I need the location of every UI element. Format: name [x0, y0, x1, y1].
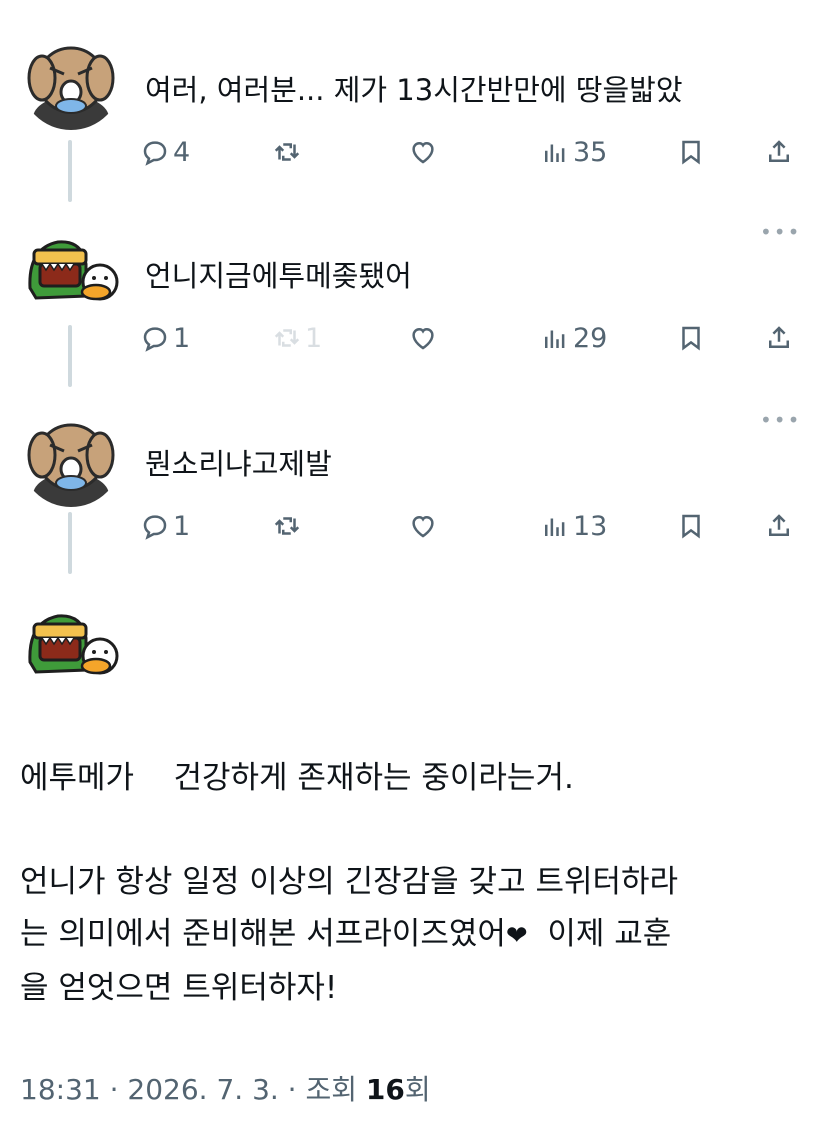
main-post-line-4-tail: 이제 교훈: [527, 916, 672, 952]
tweet-2-text: 언니지금에투메좆됐어: [145, 259, 412, 293]
main-post-line: 에투메가 건강하게 존재하는 중이라는거.: [20, 760, 574, 796]
bookmark-icon: [676, 511, 706, 541]
reply-button[interactable]: 1: [140, 506, 190, 546]
share-button[interactable]: [764, 132, 794, 172]
thread-line-3: [68, 512, 72, 574]
retweet-count: 1: [305, 322, 323, 354]
dog-crying-avatar-icon: [20, 28, 122, 130]
crocodile-duck-avatar-icon: [20, 592, 122, 694]
views-count: 35: [573, 136, 608, 168]
views-count: 13: [573, 510, 608, 542]
avatar-dog[interactable]: [20, 405, 122, 507]
reply-button[interactable]: 4: [140, 132, 190, 172]
views-bar-icon: [540, 323, 570, 353]
heart-icon: [408, 511, 438, 541]
heart-emoji-icon: ❤: [505, 921, 528, 951]
tweet-3-actions: 1 13: [140, 506, 800, 546]
views-count: 29: [573, 322, 608, 354]
main-post-line: [20, 804, 678, 856]
retweet-button[interactable]: 1: [272, 318, 322, 358]
share-icon: [764, 511, 794, 541]
reply-button[interactable]: 1: [140, 318, 190, 358]
avatar-croc[interactable]: [20, 592, 122, 694]
tweet-3-text: 뭔소리냐고제발: [145, 447, 332, 481]
post-timestamp[interactable]: 18:31 · 2026. 7. 3. · 조회: [20, 1073, 366, 1106]
bookmark-button[interactable]: [676, 318, 706, 358]
reply-count: 1: [173, 322, 191, 354]
main-post-line-4-text: 는 의미에서 준비해본 서프라이즈였어: [20, 916, 506, 952]
reply-count: 4: [173, 136, 191, 168]
share-button[interactable]: [764, 506, 794, 546]
thread-line-2: [68, 325, 72, 387]
views-bar-icon: [540, 137, 570, 167]
views-button[interactable]: 29: [540, 318, 607, 358]
bookmark-button[interactable]: [676, 132, 706, 172]
view-suffix: 회: [404, 1073, 431, 1106]
retweet-button[interactable]: [272, 506, 305, 546]
crocodile-duck-avatar-icon: [20, 218, 122, 320]
retweet-icon: [272, 323, 302, 353]
retweet-button[interactable]: [272, 132, 305, 172]
share-icon: [764, 323, 794, 353]
dog-crying-avatar-icon: [20, 405, 122, 507]
thread-line-1: [68, 140, 72, 202]
more-dots-icon[interactable]: •••: [760, 410, 801, 430]
views-button[interactable]: 35: [540, 132, 607, 172]
heart-icon: [408, 137, 438, 167]
reply-bubble-icon: [140, 323, 170, 353]
tweet-2-actions: 1 1 29: [140, 318, 800, 358]
post-meta: 18:31 · 2026. 7. 3. · 조회 16회: [20, 1068, 431, 1108]
tweet-1-actions: 4 35: [140, 132, 800, 172]
reply-bubble-icon: [140, 137, 170, 167]
bookmark-icon: [676, 137, 706, 167]
like-button[interactable]: [408, 318, 441, 358]
share-button[interactable]: [764, 318, 794, 358]
like-button[interactable]: [408, 506, 441, 546]
bookmark-button[interactable]: [676, 506, 706, 546]
avatar-dog[interactable]: [20, 28, 122, 130]
more-dots-icon[interactable]: •••: [760, 222, 801, 242]
retweet-icon: [272, 511, 302, 541]
like-button[interactable]: [408, 132, 441, 172]
main-post-line: 을 얻엇으면 트위터하자!: [20, 970, 338, 1006]
views-button[interactable]: 13: [540, 506, 607, 546]
bookmark-icon: [676, 323, 706, 353]
avatar-croc[interactable]: [20, 218, 122, 320]
reply-count: 1: [173, 510, 191, 542]
retweet-icon: [272, 137, 302, 167]
heart-icon: [408, 323, 438, 353]
views-bar-icon: [540, 511, 570, 541]
tweet-1-text: 여러, 여러분... 제가 13시간반만에 땅을밟았: [145, 73, 683, 107]
main-post-text: 에투메가 건강하게 존재하는 중이라는거. 언니가 항상 일정 이상의 긴장감을…: [20, 752, 678, 1014]
reply-bubble-icon: [140, 511, 170, 541]
view-count: 16: [365, 1073, 405, 1106]
main-post-line-4: 는 의미에서 준비해본 서프라이즈였어❤ 이제 교훈: [20, 908, 678, 962]
share-icon: [764, 137, 794, 167]
main-post-line: 언니가 항상 일정 이상의 긴장감을 갖고 트위터하라: [20, 864, 679, 900]
